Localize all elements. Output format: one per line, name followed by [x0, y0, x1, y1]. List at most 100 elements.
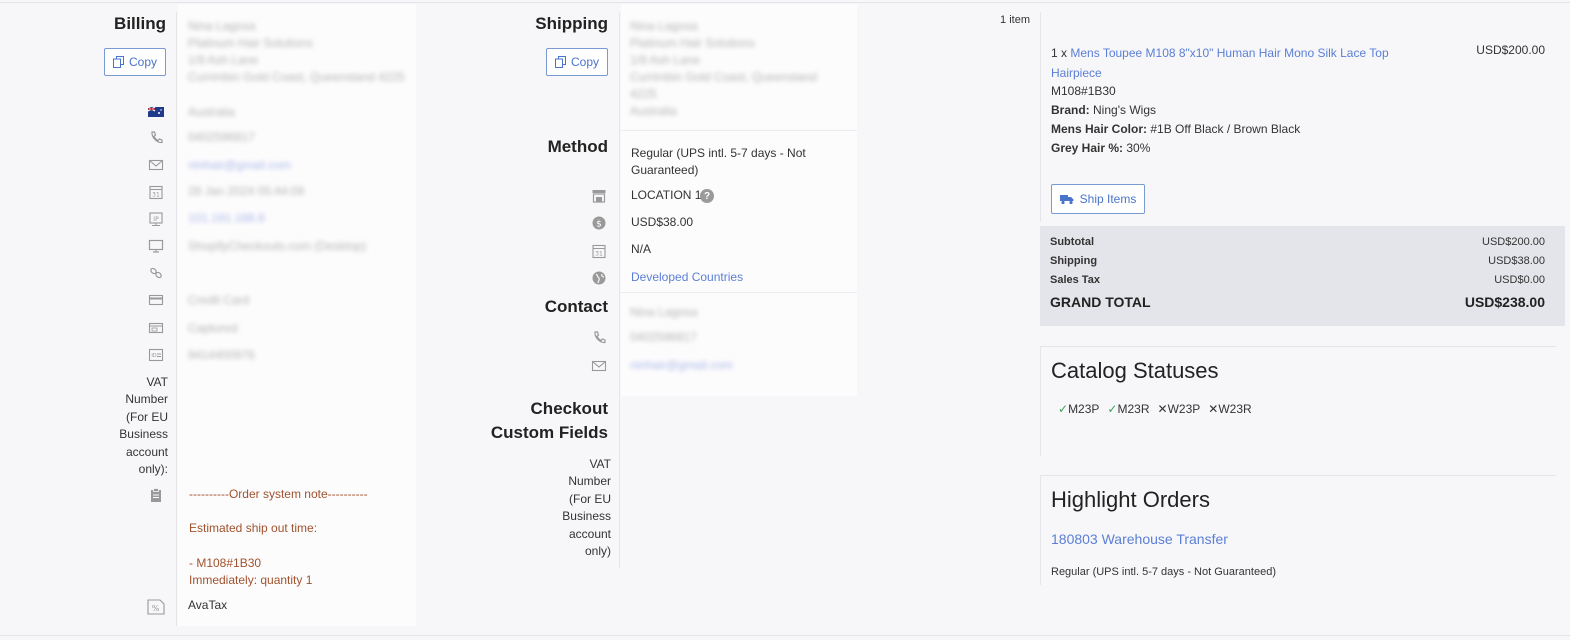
highlight-orders-title: Highlight Orders — [1051, 487, 1210, 512]
subtotal-value: USD$200.00 — [1482, 236, 1545, 248]
grand-total-value: USD$238.00 — [1464, 294, 1545, 310]
line-item: 1 x Mens Toupee M108 8"x10" Human Hair M… — [1051, 43, 1471, 63]
check-icon: ✓ — [1107, 402, 1118, 416]
billing-phone: 0402596817 — [188, 130, 255, 144]
line-item-details: M108#1B30 Brand: Ning's Wigs Mens Hair C… — [1051, 82, 1300, 158]
help-icon[interactable]: ? — [700, 189, 714, 203]
shipping-address-line: 4225 — [630, 87, 657, 101]
desktop-icon — [148, 238, 164, 254]
shipping-copy-button[interactable]: Copy — [546, 48, 608, 76]
billing-copy-button[interactable]: Copy — [104, 48, 166, 76]
billing-email-link[interactable]: ninhair@gmail.com — [188, 157, 291, 174]
line-item-qty: 1 x — [1051, 46, 1068, 60]
svg-text:%: % — [152, 604, 160, 613]
grey-value: 30% — [1126, 141, 1151, 155]
line-item-brand: Brand: Ning's Wigs — [1051, 101, 1300, 120]
line-item-sku: M108#1B30 — [1051, 84, 1116, 98]
product-link[interactable]: Mens Toupee M108 8"x10" Human Hair Mono … — [1070, 46, 1388, 60]
highlight-order-link[interactable]: 180803 Warehouse Transfer — [1051, 531, 1228, 547]
shipping-location: LOCATION 1 — [631, 188, 702, 202]
method-title: Method — [547, 137, 608, 156]
subtotal-label: Subtotal — [1050, 236, 1094, 248]
contact-phone: 0402596817 — [630, 330, 697, 344]
grey-label: Grey Hair %: — [1051, 141, 1124, 155]
shipping-address-line: 1/9 Ash Lane — [630, 53, 701, 67]
catalog-status-badge: ✓M23R — [1107, 402, 1149, 416]
shipping-address: Nina Lagosa Platinum Hair Solutions 1/9 … — [630, 18, 855, 120]
catalog-status-list: ✓M23P ✓M23R ✕W23P ✕W23R — [1058, 402, 1252, 416]
email-icon — [591, 358, 607, 374]
cross-icon: ✕ — [1208, 402, 1219, 416]
shipping-zone-link[interactable]: Developed Countries — [631, 270, 743, 284]
ip-address-icon: IP — [148, 211, 164, 227]
shipping-separator — [621, 130, 857, 131]
order-note-ship-time: Estimated ship out time: — [189, 521, 318, 535]
catalog-status-label: M23P — [1068, 402, 1100, 416]
billing-payment-method: Credit Card — [188, 293, 250, 307]
shipping-date: N/A — [631, 242, 652, 256]
contact-email-link[interactable]: ninhair@gmail.com — [630, 357, 733, 374]
catalog-status-badge: ✓M23P — [1058, 402, 1099, 416]
product-link-continued[interactable]: Hairpiece — [1051, 63, 1102, 83]
catalog-status-badge: ✕W23P — [1158, 402, 1201, 416]
custom-fields-title: Checkout Custom Fields — [470, 397, 608, 445]
store-icon — [591, 188, 607, 204]
shipping-cost: USD$38.00 — [631, 215, 694, 229]
billing-date: 28 Jan 2024 05:44:09 — [188, 184, 305, 198]
tax-percent-icon: % — [146, 598, 166, 616]
svg-text:31: 31 — [152, 192, 160, 199]
billing-address: Nina Lagosa Platinum Hair Solutions 1/9 … — [188, 18, 413, 86]
line-item-price: USD$200.00 — [1476, 43, 1545, 57]
contact-separator — [621, 292, 857, 293]
sales-tax-value: USD$0.00 — [1494, 274, 1545, 286]
grand-total-label: GRAND TOTAL — [1050, 294, 1151, 310]
custom-field-vat-label: VAT Number (For EU Business account only… — [562, 457, 611, 559]
sales-tax-label: Sales Tax — [1050, 274, 1100, 286]
catalog-status-label: W23R — [1218, 402, 1252, 416]
copy-label: Copy — [570, 55, 599, 69]
line-item-color: Mens Hair Color: #1B Off Black / Brown B… — [1051, 120, 1300, 139]
email-icon — [148, 157, 164, 173]
ship-items-label: Ship Items — [1079, 192, 1137, 206]
item-count: 1 item — [1000, 14, 1030, 26]
copy-icon — [112, 56, 124, 68]
billing-address-line: Nina Lagosa — [188, 19, 256, 33]
order-note-item: - M108#1B30 — [189, 556, 262, 570]
billing-title: Billing — [114, 14, 166, 33]
line-item-grey: Grey Hair %: 30% — [1051, 139, 1300, 158]
catalog-status-label: M23R — [1117, 402, 1150, 416]
billing-address-line: Platinum Hair Solutions — [188, 36, 313, 50]
shipping-method-line: Regular (UPS intl. 5-7 days - Not — [631, 146, 806, 160]
calendar-icon: 31 — [148, 184, 164, 200]
svg-text:ID: ID — [151, 353, 156, 359]
truck-icon — [1059, 195, 1074, 205]
order-note-header: ----------Order system note---------- — [189, 487, 368, 501]
ship-items-button[interactable]: Ship Items — [1051, 184, 1145, 214]
transaction-id-icon: ID — [148, 347, 164, 363]
catalog-status-badge: ✕W23R — [1208, 402, 1251, 416]
custom-fields-title-line: Custom Fields — [490, 423, 608, 442]
phone-icon — [591, 330, 607, 346]
billing-vat-label: VAT Number (For EU Business account only… — [119, 375, 168, 477]
check-icon: ✓ — [1058, 402, 1069, 416]
shipping-total-label: Shipping — [1050, 255, 1098, 267]
billing-transaction-id: 9414400976 — [188, 348, 255, 362]
billing-ip-link[interactable]: 101.191.188.8 — [188, 210, 265, 227]
cross-icon: ✕ — [1157, 402, 1168, 416]
custom-fields-title-line: Checkout — [530, 399, 608, 418]
payment-status-icon — [148, 320, 164, 336]
order-note-quantity: Immediately: quantity 1 — [189, 573, 313, 587]
contact-name: Nina Lagosa — [630, 305, 698, 319]
highlight-order-method: Regular (UPS intl. 5-7 days - Not Guaran… — [1051, 566, 1276, 578]
svg-text:31: 31 — [595, 251, 603, 258]
australia-flag-icon — [148, 104, 164, 120]
clipboard-icon — [148, 487, 164, 503]
billing-address-line: Currimbin Gold Coast, Queensland 4225 — [188, 70, 405, 84]
shipping-address-line: Currimbin Gold Coast, Queensland — [630, 70, 817, 84]
shipping-total-value: USD$38.00 — [1488, 255, 1545, 267]
catalog-status-label: W23P — [1167, 402, 1201, 416]
contact-title: Contact — [544, 297, 608, 316]
svg-text:IP: IP — [153, 216, 159, 223]
brand-label: Brand: — [1051, 103, 1090, 117]
billing-browser: ShopifyCheckouts.com (Desktop) — [188, 239, 367, 253]
